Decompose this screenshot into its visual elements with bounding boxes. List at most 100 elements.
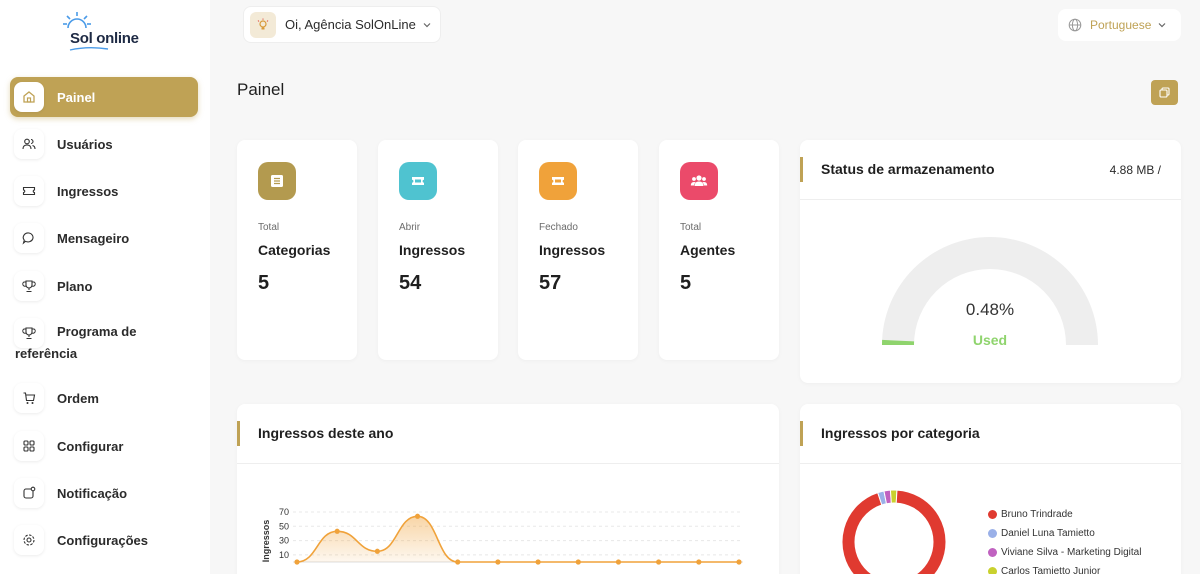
sidebar-item-label: Ordem (57, 390, 99, 406)
legend-swatch (988, 567, 997, 574)
data-point[interactable] (615, 559, 622, 565)
gauge-used-label: Used (972, 332, 1008, 348)
sidebar-item-ingressos[interactable]: Ingressos (10, 171, 198, 211)
sidebar-item-label: Usuários (57, 136, 113, 152)
data-point[interactable] (495, 559, 501, 565)
copy-button[interactable] (1151, 80, 1178, 105)
gear-icon (14, 525, 44, 555)
sidebar-item-notificacao[interactable]: Notificação (10, 473, 198, 513)
chat-icon (14, 223, 44, 253)
list-icon (271, 175, 283, 187)
home-icon (14, 82, 44, 112)
stat-icon-bg (258, 162, 296, 200)
sidebar-item-label-line2: referência (15, 346, 78, 361)
globe-icon (1068, 18, 1082, 32)
account-dropdown[interactable]: Oi, Agência SolOnLine (243, 6, 441, 43)
stat-subtitle: Total (258, 222, 280, 233)
users-icon (690, 175, 708, 186)
legend-label: Bruno Trindrade (1001, 509, 1073, 520)
sidebar-item-configurar[interactable]: Configurar (10, 426, 198, 466)
legend-item[interactable]: Bruno Trindrade (988, 509, 1073, 520)
data-point[interactable] (294, 559, 300, 565)
sidebar-item-label: Ingressos (57, 183, 119, 199)
y-axis-title: Ingressos (261, 520, 271, 563)
legend-swatch (988, 529, 997, 538)
tickets-category-card: Ingressos por categoria Bruno Trindrade D… (800, 404, 1181, 574)
bulb-icon (250, 11, 276, 38)
sidebar-item-configuracoes[interactable]: Configurações (10, 520, 198, 560)
stat-subtitle: Total (680, 222, 702, 233)
data-point[interactable] (374, 548, 380, 554)
sidebar-item-label: Configurações (57, 532, 149, 548)
y-tick-label: 10 (279, 550, 289, 560)
grid-icon (14, 431, 44, 461)
data-point[interactable] (455, 559, 461, 565)
stat-icon-bg (399, 162, 437, 200)
logo[interactable]: Sol online (60, 10, 160, 51)
page-title: Painel (237, 80, 285, 99)
stat-icon-bg (539, 162, 577, 200)
data-point[interactable] (334, 528, 340, 534)
sidebar-item-plano[interactable]: Plano (10, 266, 198, 306)
legend-label: Carlos Tamietto Junior (1001, 566, 1101, 574)
stat-title: Ingressos (539, 242, 606, 258)
stat-title: Categorias (258, 242, 331, 258)
ticket-icon (412, 177, 424, 185)
stat-card-ingressos-fechados: Fechado Ingressos 57 (518, 140, 638, 360)
data-point[interactable] (535, 559, 541, 565)
data-point[interactable] (736, 559, 742, 565)
tickets-year-chart: 10 30 50 70 Ingressos (261, 507, 743, 565)
legend-item[interactable]: Daniel Luna Tamietto (988, 528, 1095, 539)
y-tick-label: 30 (279, 536, 289, 546)
sidebar-item-label: Notificação (57, 485, 128, 501)
sidebar-item-label: Mensageiro (57, 230, 130, 246)
data-point[interactable] (696, 559, 702, 565)
stat-card-agentes: Total Agentes 5 (659, 140, 779, 360)
data-point[interactable] (575, 559, 581, 565)
legend-swatch (988, 548, 997, 557)
users-icon (14, 129, 44, 159)
sidebar-item-label: Plano (57, 278, 93, 294)
sidebar-item-ordem[interactable]: Ordem (10, 378, 198, 418)
language-select[interactable]: Portuguese (1058, 9, 1181, 41)
legend-label: Viviane Silva - Marketing Digital (1001, 547, 1142, 558)
sidebar-item-label: Configurar (57, 438, 124, 454)
language-label: Portuguese (1090, 18, 1152, 32)
data-point[interactable] (656, 559, 662, 565)
stat-value: 57 (539, 272, 562, 294)
stat-subtitle: Fechado (539, 222, 578, 233)
sidebar: Sol online Painel Usuários Ingressos Men… (0, 0, 210, 574)
y-tick-label: 70 (279, 507, 289, 517)
cart-icon (14, 383, 44, 413)
legend-item[interactable]: Viviane Silva - Marketing Digital (988, 547, 1141, 558)
data-point[interactable] (414, 513, 421, 519)
gauge-percent: 0.48% (965, 300, 1015, 319)
y-tick-label: 50 (279, 521, 289, 531)
stat-card-categorias: Total Categorias 5 (237, 140, 357, 360)
stat-title: Ingressos (399, 242, 466, 258)
legend-item[interactable]: Carlos Tamietto Junior (988, 566, 1100, 574)
sidebar-item-label: Painel (57, 89, 96, 105)
stat-value: 5 (680, 272, 692, 294)
logo-text: Sol online (70, 30, 139, 47)
sun-icon (63, 12, 91, 29)
trophy-icon (14, 318, 44, 348)
sidebar-item-programa-referencia[interactable]: Programa de referência (10, 318, 198, 368)
stat-icon-bg (680, 162, 718, 200)
trophy-icon (14, 271, 44, 301)
sidebar-item-mensageiro[interactable]: Mensageiro (10, 218, 198, 258)
bell-icon (14, 478, 44, 508)
sidebar-item-label: Programa de (57, 324, 137, 339)
logo-swoosh (69, 47, 109, 51)
sidebar-item-painel[interactable]: Painel (10, 77, 198, 117)
legend-label: Daniel Luna Tamietto (1001, 528, 1095, 539)
chevron-down-icon (1158, 23, 1166, 28)
stat-subtitle: Abrir (399, 222, 421, 233)
storage-card: Status de armazenamento 4.88 MB / 0.48% … (800, 140, 1181, 383)
sidebar-item-usuarios[interactable]: Usuários (10, 124, 198, 164)
greeting-text: Oi, Agência SolOnLine (285, 17, 416, 32)
ticket-icon (552, 177, 564, 185)
stat-card-ingressos-abertos: Abrir Ingressos 54 (378, 140, 498, 360)
gauge-track (882, 237, 1098, 345)
legend-swatch (988, 510, 997, 519)
